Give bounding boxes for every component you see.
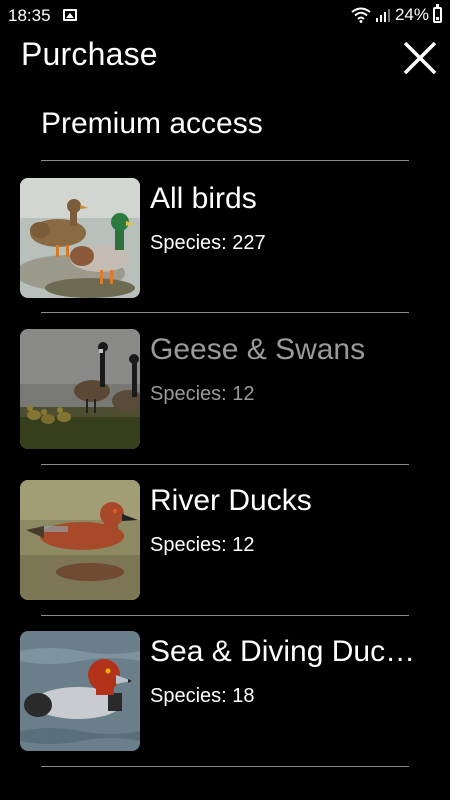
divider (41, 312, 409, 313)
item-name: Geese & Swans (150, 333, 366, 366)
item-species-count: Species: 12 (150, 383, 255, 405)
signal-icon (375, 9, 390, 22)
close-icon (403, 41, 437, 75)
divider (41, 615, 409, 616)
status-indicators: 24% (351, 4, 442, 25)
wifi-icon (351, 7, 371, 23)
divider (41, 464, 409, 465)
cinnamon-teal-photo (20, 480, 140, 600)
battery-icon (433, 4, 442, 23)
battery-percentage: 24% (394, 5, 429, 24)
item-species-count: Species: 227 (150, 232, 266, 254)
status-time: 18:35 (8, 6, 51, 25)
item-species-count: Species: 12 (150, 534, 255, 556)
redhead-duck-photo (20, 631, 140, 751)
mallard-pair-photo (20, 178, 140, 298)
divider (41, 766, 409, 767)
item-name: River Ducks (150, 484, 312, 517)
photo-notification-icon (63, 9, 77, 21)
geese-with-goslings-photo (20, 329, 140, 449)
page-title: Purchase (21, 36, 158, 72)
item-species-count: Species: 18 (150, 685, 255, 707)
close-button[interactable] (399, 37, 441, 79)
header: Purchase (0, 32, 450, 88)
list-item-geese-swans[interactable]: Geese & Swans Species: 12 (0, 329, 450, 469)
divider (41, 160, 409, 161)
status-bar: 18:35 24% (0, 0, 450, 32)
list-item-river-ducks[interactable]: River Ducks Species: 12 (0, 480, 450, 620)
list-item-all-birds[interactable]: All birds Species: 227 (0, 178, 450, 318)
list-item-sea-diving-ducks[interactable]: Sea & Diving Duc… Species: 18 (0, 631, 450, 771)
item-name: All birds (150, 182, 257, 215)
section-title: Premium access (41, 107, 263, 140)
item-name: Sea & Diving Duc… (150, 635, 416, 668)
